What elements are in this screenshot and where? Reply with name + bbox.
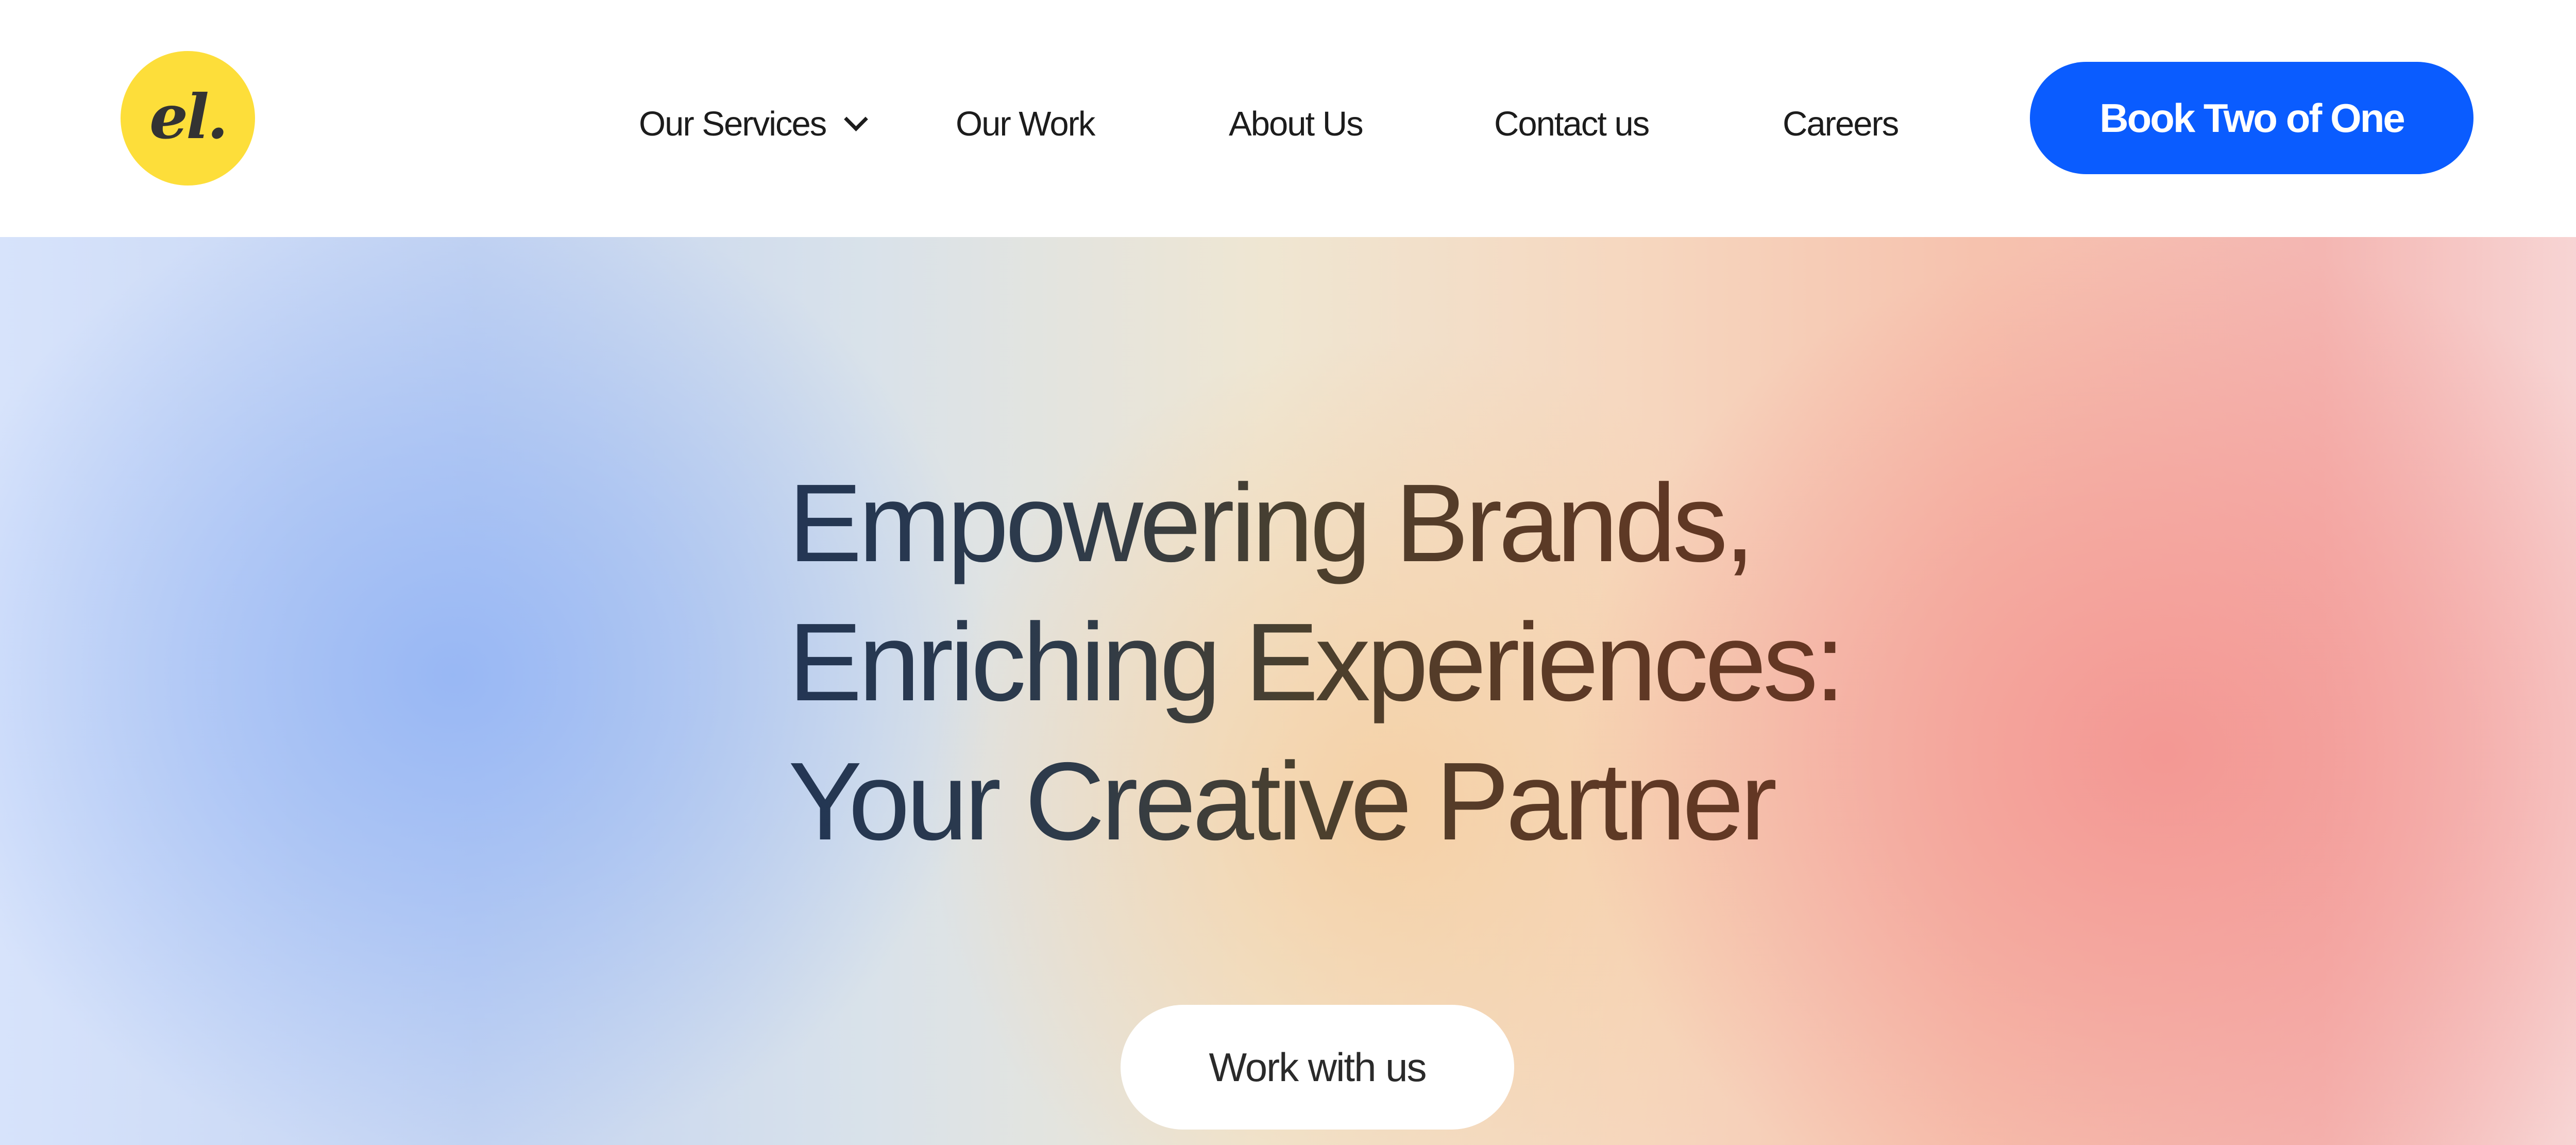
- page: el. Our Services Our Work About Us Conta…: [0, 0, 2576, 1145]
- nav-item-our-services[interactable]: Our Services: [639, 100, 869, 147]
- nav-item-our-work[interactable]: Our Work: [956, 100, 1095, 147]
- headline-line: Your Creative Partner: [788, 739, 1774, 863]
- work-with-us-button[interactable]: Work with us: [1121, 1005, 1514, 1130]
- logo-text: el.: [149, 81, 228, 153]
- nav-item-contact-us[interactable]: Contact us: [1494, 100, 1650, 147]
- chevron-down-icon: [844, 107, 869, 131]
- hero-headline: Empowering Brands, Enriching Experiences…: [788, 453, 1922, 871]
- nav-item-careers[interactable]: Careers: [1783, 100, 1899, 147]
- headline-line: Empowering Brands,: [788, 461, 1752, 585]
- nav-item-label: Our Work: [956, 104, 1095, 143]
- nav-item-label: About Us: [1229, 104, 1364, 143]
- site-header: el. Our Services Our Work About Us Conta…: [0, 0, 2576, 237]
- headline-line: Enriching Experiences:: [788, 600, 1842, 724]
- nav-item-label: Contact us: [1494, 104, 1650, 143]
- book-call-button[interactable]: Book Two of One: [2030, 62, 2473, 174]
- logo[interactable]: el.: [121, 51, 255, 186]
- nav-item-label: Our Services: [639, 104, 827, 143]
- nav-item-label: Careers: [1783, 104, 1899, 143]
- nav-item-about-us[interactable]: About Us: [1229, 100, 1364, 147]
